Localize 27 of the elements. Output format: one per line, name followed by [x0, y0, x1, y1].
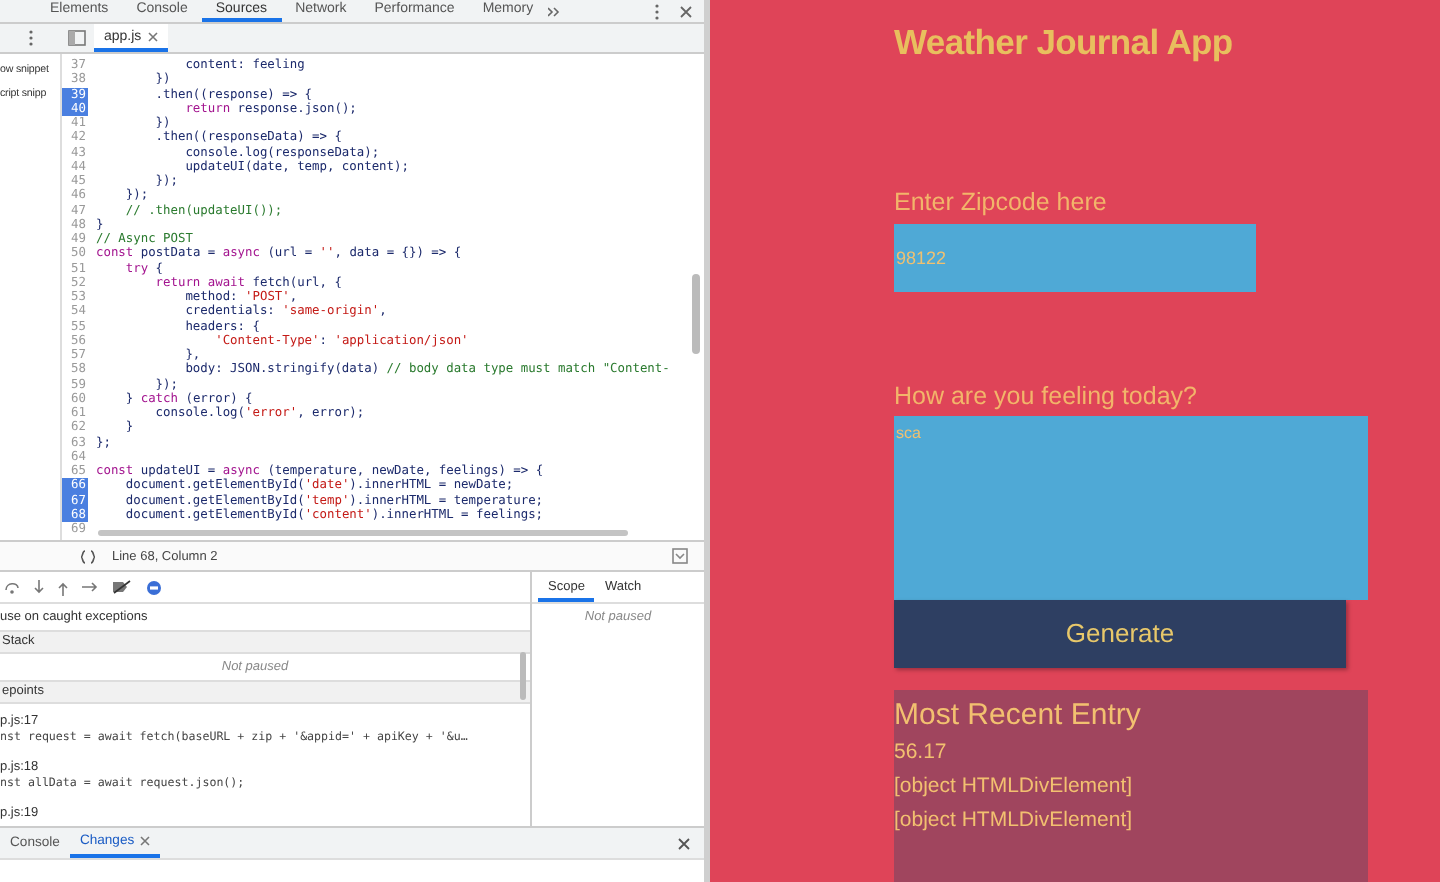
entry-title: Most Recent Entry: [894, 697, 1143, 732]
close-icon[interactable]: [147, 31, 158, 41]
close-icon[interactable]: [140, 836, 151, 846]
generate-button[interactable]: Generate: [894, 600, 1346, 668]
field-label: Enter Zipcode here: [894, 188, 1107, 216]
braces-icon[interactable]: [80, 549, 96, 563]
close-icon[interactable]: [678, 837, 690, 849]
deactivate-breakpoints-icon[interactable]: [112, 580, 132, 594]
entry-text: [object HTMLDivElement]: [894, 771, 1135, 802]
arrow-down-icon[interactable]: [34, 579, 44, 595]
entry-text: [object HTMLDivElement]: [894, 805, 1135, 836]
scrollbar-thumb[interactable]: [692, 274, 700, 354]
scrollbar-thumb[interactable]: [520, 652, 526, 700]
panel-toggle-icon[interactable]: [672, 548, 688, 564]
close-icon[interactable]: [680, 5, 692, 17]
chevrons-icon[interactable]: [547, 5, 560, 17]
entry-text: 56.17: [894, 737, 949, 768]
arrow-right-icon[interactable]: [82, 582, 98, 592]
app-title: Weather Journal App: [894, 22, 1233, 64]
arrow-up-icon[interactable]: [58, 579, 68, 595]
step-over-icon[interactable]: [4, 580, 20, 594]
field-label: How are you feeling today?: [894, 381, 1197, 410]
sidebar-toggle-icon[interactable]: [68, 30, 86, 46]
pause-exceptions-icon[interactable]: [146, 579, 162, 595]
more-icon[interactable]: [654, 3, 660, 19]
scrollbar-thumb[interactable]: [98, 530, 628, 536]
more-icon[interactable]: [27, 30, 33, 46]
